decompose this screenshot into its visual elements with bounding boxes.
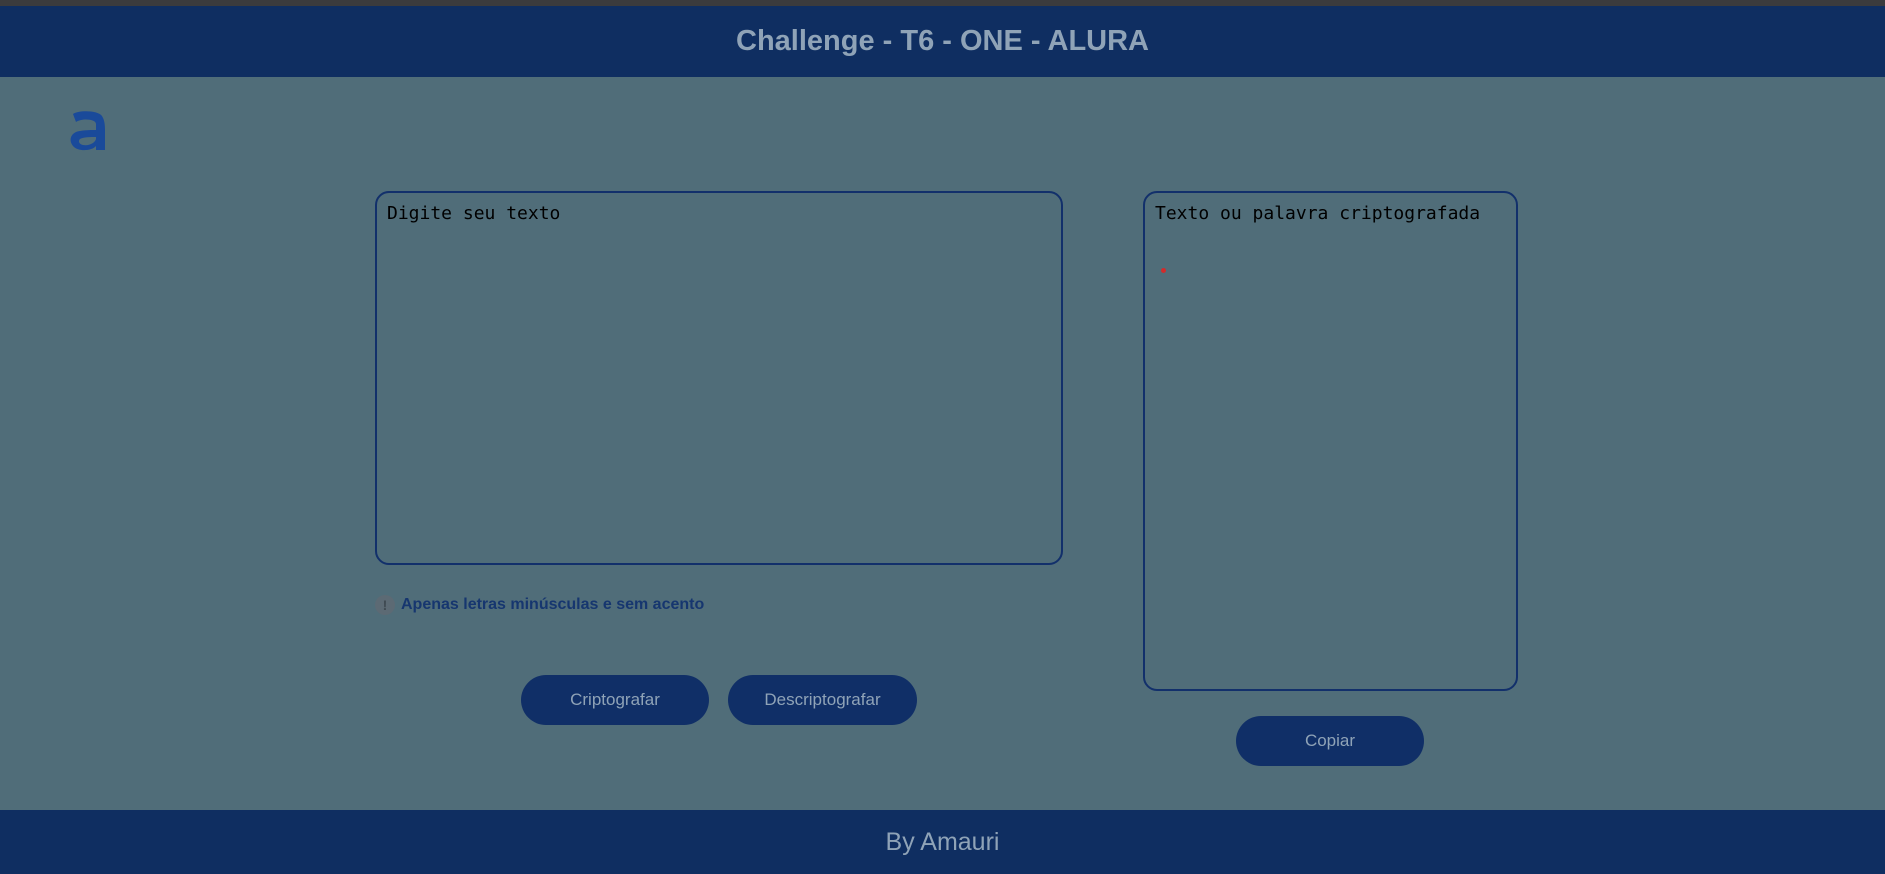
info-circle-icon: ! bbox=[375, 595, 395, 615]
footer-text: By Amauri bbox=[885, 827, 1000, 856]
page-title: Challenge - T6 - ONE - ALURA bbox=[736, 25, 1149, 57]
output-text-area[interactable] bbox=[1143, 191, 1518, 691]
input-hint: ! Apenas letras minúsculas e sem acento bbox=[375, 594, 704, 616]
encrypt-button[interactable]: Criptografar bbox=[521, 675, 709, 725]
page-header: Challenge - T6 - ONE - ALURA bbox=[0, 6, 1885, 77]
copy-button[interactable]: Copiar bbox=[1236, 716, 1424, 766]
alura-logo-icon bbox=[70, 111, 105, 151]
page-footer: By Amauri bbox=[0, 810, 1885, 874]
red-marker-dot bbox=[1161, 268, 1166, 273]
decrypt-button[interactable]: Descriptografar bbox=[728, 675, 917, 725]
input-text-area[interactable] bbox=[375, 191, 1063, 565]
hint-text: Apenas letras minúsculas e sem acento bbox=[401, 596, 705, 613]
